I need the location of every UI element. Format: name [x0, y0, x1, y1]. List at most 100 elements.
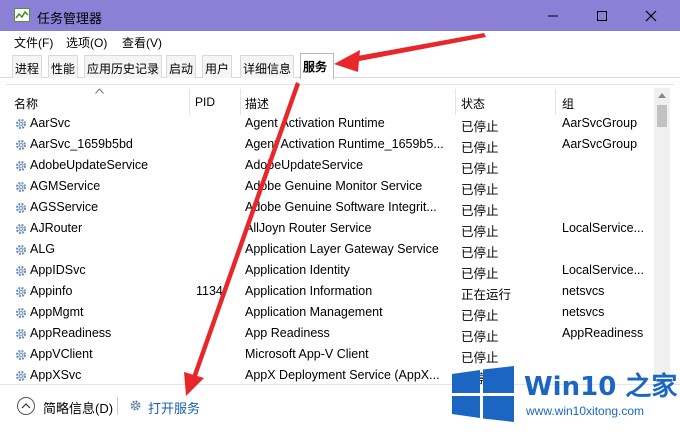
service-gear-icon	[15, 118, 27, 130]
service-status: 已停止	[461, 267, 499, 281]
service-gear-icon	[15, 286, 27, 298]
service-name: AJRouter	[30, 221, 83, 235]
watermark: Win10 之家 www.win10xitong.com	[442, 360, 680, 438]
service-group: netsvcs	[562, 284, 605, 298]
service-name: ALG	[30, 242, 56, 256]
menu-view[interactable]: 查看(V)	[122, 34, 162, 51]
service-gear-icon	[15, 328, 27, 340]
column-header-name[interactable]: 名称	[14, 95, 38, 112]
maximize-icon	[597, 10, 607, 21]
menu-options[interactable]: 选项(O)	[66, 34, 107, 51]
table-row[interactable]: AarSvc Agent Activation Runtime 已停止 AarSvcG…	[6, 114, 656, 135]
open-services-label: 打开服务	[148, 401, 201, 416]
service-description: AppX Deployment Service (AppX...	[245, 368, 440, 382]
column-divider[interactable]	[240, 89, 241, 115]
service-pid: 1134	[196, 284, 223, 298]
column-header-pid[interactable]: PID	[195, 95, 215, 109]
table-row[interactable]: AGMService Adobe Genuine Monitor Service 已…	[6, 177, 656, 198]
service-group: AarSvcGroup	[562, 137, 638, 151]
column-header-group[interactable]: 组	[562, 95, 574, 112]
service-gear-icon	[15, 370, 27, 382]
service-status: 已停止	[461, 183, 499, 197]
table-header: 名称 PID 描述 状态 组	[6, 85, 656, 115]
tab-processes[interactable]: 进程	[12, 55, 43, 78]
menu-bar: 文件(F) 选项(O) 查看(V)	[0, 31, 680, 53]
service-group: AppReadiness	[562, 326, 644, 340]
service-name: AGSService	[30, 200, 99, 214]
service-gear-icon	[15, 244, 27, 256]
tab-strip: 进程 性能 应用历史记录 启动 用户 详细信息 服务	[0, 53, 680, 79]
service-description: Application Identity	[245, 263, 350, 277]
service-name: AppMgmt	[30, 305, 84, 319]
service-status: 正在运行	[461, 288, 512, 302]
tab-performance[interactable]: 性能	[48, 55, 79, 78]
services-table: 名称 PID 描述 状态 组 AarSvc Agent Activation Ru…	[6, 84, 674, 384]
service-description: Application Management	[245, 305, 383, 319]
scroll-up-icon[interactable]	[658, 92, 666, 98]
service-name: AdobeUpdateService	[30, 158, 149, 172]
column-divider[interactable]	[555, 89, 556, 115]
service-name: AGMService	[30, 179, 101, 193]
service-description: Application Layer Gateway Service	[245, 242, 439, 256]
tab-users[interactable]: 用户	[202, 55, 233, 78]
service-description: Microsoft App-V Client	[245, 347, 369, 361]
service-name: AarSvc_1659b5bd	[30, 137, 133, 151]
service-gear-icon	[15, 181, 27, 193]
menu-file[interactable]: 文件(F)	[14, 34, 53, 51]
fewer-details-label: 简略信息(D)	[43, 401, 114, 416]
column-header-status[interactable]: 状态	[461, 95, 485, 112]
open-services-link[interactable]: 打开服务	[128, 398, 200, 416]
service-description: AllJoyn Router Service	[245, 221, 372, 235]
vertical-scrollbar[interactable]	[654, 88, 670, 384]
close-button[interactable]	[628, 0, 674, 31]
service-status: 已停止	[461, 330, 499, 344]
service-description: Application Information	[245, 284, 373, 298]
tab-app-history[interactable]: 应用历史记录	[84, 55, 163, 78]
service-description: Agent Activation Runtime_1659b5...	[245, 137, 444, 151]
table-row[interactable]: AppMgmt Application Management 已停止 netsvcs	[6, 303, 656, 324]
service-status: 已停止	[461, 120, 499, 134]
fewer-details-button[interactable]: 简略信息(D)	[17, 397, 113, 416]
service-name: AppReadiness	[30, 326, 112, 340]
service-description: Adobe Genuine Monitor Service	[245, 179, 423, 193]
table-row[interactable]: AarSvc_1659b5bd Agent Activation Runtime_…	[6, 135, 656, 156]
service-gear-icon	[15, 265, 27, 277]
close-icon	[645, 10, 657, 21]
service-group: AarSvcGroup	[562, 116, 638, 130]
scrollbar-thumb[interactable]	[657, 105, 667, 127]
service-status: 已停止	[461, 309, 499, 323]
window-title: 任务管理器	[37, 11, 103, 26]
table-row[interactable]: AGSService Adobe Genuine Software Integri…	[6, 198, 656, 219]
column-header-description[interactable]: 描述	[245, 95, 269, 112]
table-row[interactable]: AJRouter AllJoyn Router Service 已停止 LocalSe…	[6, 219, 656, 240]
watermark-title: Win10 之家	[524, 372, 678, 402]
tab-details[interactable]: 详细信息	[240, 55, 295, 78]
table-row[interactable]: ALG Application Layer Gateway Service 已停止	[6, 240, 656, 261]
maximize-button[interactable]	[579, 0, 625, 31]
service-gear-icon	[15, 307, 27, 319]
divider	[117, 397, 118, 415]
column-divider[interactable]	[189, 89, 190, 115]
minimize-button[interactable]	[530, 0, 576, 31]
service-group: netsvcs	[562, 305, 605, 319]
service-name: AppIDSvc	[30, 263, 86, 277]
title-bar[interactable]: 任务管理器	[0, 0, 680, 31]
service-name: AarSvc	[30, 116, 71, 130]
table-row[interactable]: AppIDSvc Application Identity 已停止 LocalServ…	[6, 261, 656, 282]
windows-logo-icon	[452, 366, 514, 422]
service-status: 已停止	[461, 204, 499, 218]
table-row[interactable]: AdobeUpdateService AdobeUpdateService 已停止	[6, 156, 656, 177]
service-name: AppXSvc	[30, 368, 82, 382]
service-gear-icon	[15, 160, 27, 172]
tab-services[interactable]: 服务	[300, 53, 334, 79]
service-description: Agent Activation Runtime	[245, 116, 385, 130]
service-description: AdobeUpdateService	[245, 158, 364, 172]
service-description: Adobe Genuine Software Integrit...	[245, 200, 437, 214]
tab-startup[interactable]: 启动	[166, 55, 197, 78]
sort-ascending-icon[interactable]	[95, 88, 104, 94]
table-row[interactable]: AppReadiness App Readiness 已停止 AppReadiness	[6, 324, 656, 345]
service-gear-icon	[15, 349, 27, 361]
column-divider[interactable]	[455, 89, 456, 115]
chevron-up-icon	[17, 397, 35, 415]
table-row[interactable]: Appinfo 1134 Application Information 正在运行 ne…	[6, 282, 656, 303]
